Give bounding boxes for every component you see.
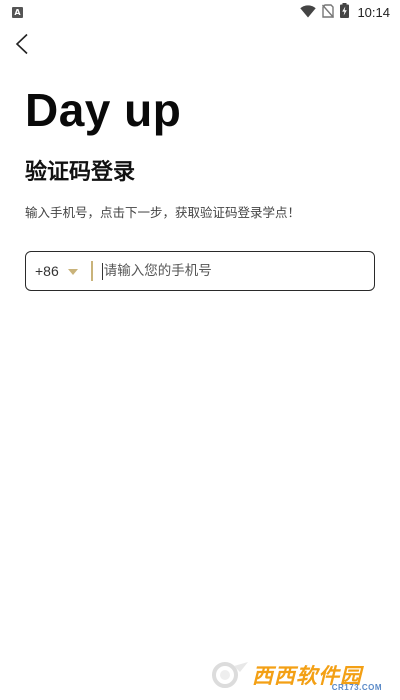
brand-title: Day up [25, 84, 182, 136]
no-sim-icon [322, 3, 335, 22]
site-watermark: 西西软件园 CR173.COM [210, 658, 388, 692]
status-left: A [12, 6, 23, 18]
status-time: 10:14 [357, 4, 390, 20]
status-right: 10:14 [300, 2, 390, 22]
battery-charging-icon [340, 2, 350, 22]
login-subtitle: 输入手机号，点击下一步，获取验证码登录学点！ [25, 205, 301, 220]
page-heading: 验证码登录 [25, 160, 136, 185]
status-bar: A 10:14 [0, 0, 400, 24]
chevron-down-icon [67, 268, 78, 275]
country-code-selector[interactable]: +86 [26, 252, 78, 290]
phone-number-input[interactable] [102, 252, 374, 290]
input-divider [90, 261, 93, 281]
phone-input-row: +86 [25, 251, 375, 291]
app-notification-icon: A [12, 6, 23, 18]
watermark-logo-icon [210, 660, 250, 690]
back-arrow-icon [15, 33, 28, 55]
country-code: +86 [35, 263, 59, 279]
watermark-domain: CR173.COM [331, 683, 382, 692]
wifi-icon [300, 3, 317, 22]
back-button[interactable] [8, 30, 36, 58]
